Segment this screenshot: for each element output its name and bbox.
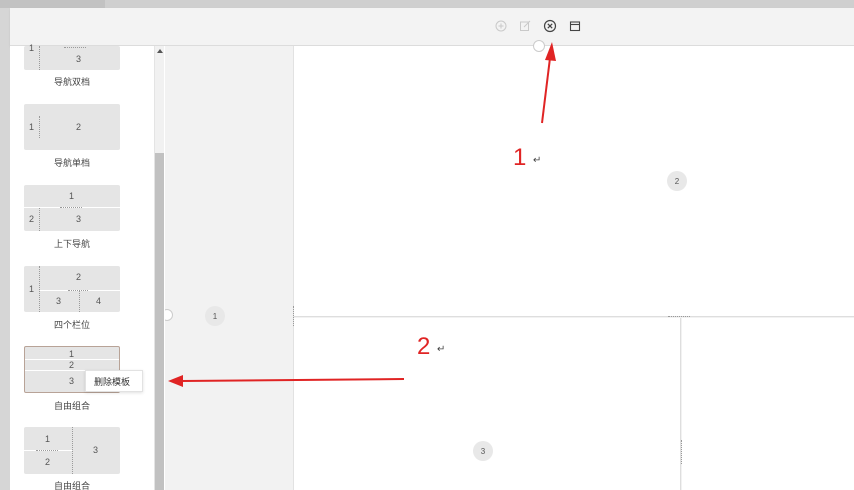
annotation-arrow-to-close-button bbox=[541, 42, 556, 124]
annotation-arrow-to-delete-menu bbox=[168, 375, 405, 387]
app-window: { "toolbar": { "buttons": [ {"name": "ad… bbox=[0, 0, 854, 490]
annotation-arrows bbox=[168, 42, 556, 387]
